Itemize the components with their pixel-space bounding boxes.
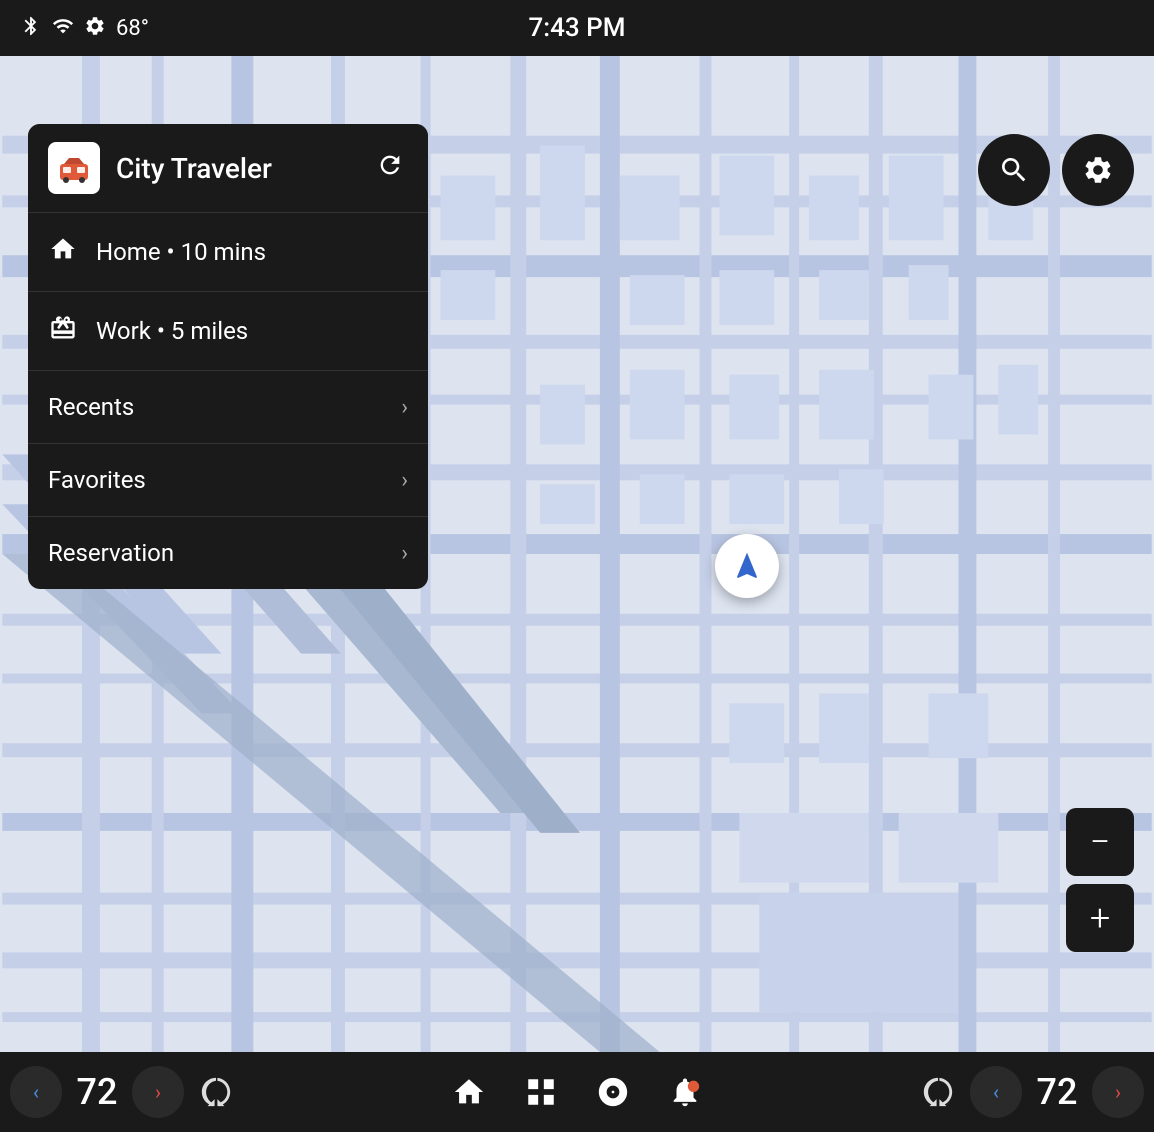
status-left: 68°	[20, 15, 149, 41]
right-temp-control: ‹ 72 ›	[970, 1066, 1144, 1118]
zoom-in-button[interactable]: +	[1066, 884, 1134, 952]
signal-icon	[52, 15, 74, 41]
menu-item-home[interactable]: Home • 10 mins	[28, 213, 428, 292]
current-time: 7:43 PM	[529, 13, 626, 43]
settings-button[interactable]	[1062, 134, 1134, 206]
navigation-panel: City Traveler Home • 10 mins	[28, 124, 428, 589]
left-temp-down-button[interactable]: ‹	[10, 1066, 62, 1118]
recents-chevron: ›	[401, 395, 408, 420]
left-temp-value: 72	[72, 1071, 122, 1113]
status-bar: 68° 7:43 PM	[0, 0, 1154, 56]
settings-status-icon[interactable]	[84, 15, 106, 41]
bottom-bar: ‹ 72 ›	[0, 1052, 1154, 1132]
work-icon	[48, 314, 78, 348]
right-temp-down-button[interactable]: ‹	[970, 1066, 1022, 1118]
map-area[interactable]: City Traveler Home • 10 mins	[0, 56, 1154, 1052]
favorites-label: Favorites	[48, 466, 401, 494]
notification-nav-button[interactable]	[653, 1060, 717, 1124]
refresh-button[interactable]	[372, 147, 408, 189]
bluetooth-icon	[20, 15, 42, 41]
zoom-controls: − +	[1066, 808, 1134, 952]
home-item-label: Home • 10 mins	[96, 238, 408, 266]
left-temp-control: ‹ 72 ›	[10, 1066, 184, 1118]
right-fan-icon[interactable]	[906, 1060, 970, 1124]
left-fan-icon[interactable]	[184, 1060, 248, 1124]
temperature-display: 68°	[116, 16, 149, 41]
menu-item-reservation[interactable]: Reservation ›	[28, 517, 428, 589]
search-button[interactable]	[978, 134, 1050, 206]
app-title: City Traveler	[116, 152, 372, 185]
right-temp-value: 72	[1032, 1071, 1082, 1113]
home-nav-button[interactable]	[437, 1060, 501, 1124]
app-header: City Traveler	[28, 124, 428, 213]
recents-label: Recents	[48, 393, 401, 421]
top-right-buttons	[978, 134, 1134, 206]
right-temp-up-button[interactable]: ›	[1092, 1066, 1144, 1118]
work-item-label: Work • 5 miles	[96, 317, 408, 345]
bottom-center-icons	[248, 1060, 906, 1124]
menu-item-favorites[interactable]: Favorites ›	[28, 444, 428, 517]
zoom-out-button[interactable]: −	[1066, 808, 1134, 876]
fan-nav-button[interactable]	[581, 1060, 645, 1124]
menu-item-recents[interactable]: Recents ›	[28, 371, 428, 444]
favorites-chevron: ›	[401, 468, 408, 493]
menu-item-work[interactable]: Work • 5 miles	[28, 292, 428, 371]
app-icon	[48, 142, 100, 194]
reservation-label: Reservation	[48, 539, 401, 567]
reservation-chevron: ›	[401, 541, 408, 566]
grid-nav-button[interactable]	[509, 1060, 573, 1124]
left-temp-up-button[interactable]: ›	[132, 1066, 184, 1118]
home-icon	[48, 235, 78, 269]
